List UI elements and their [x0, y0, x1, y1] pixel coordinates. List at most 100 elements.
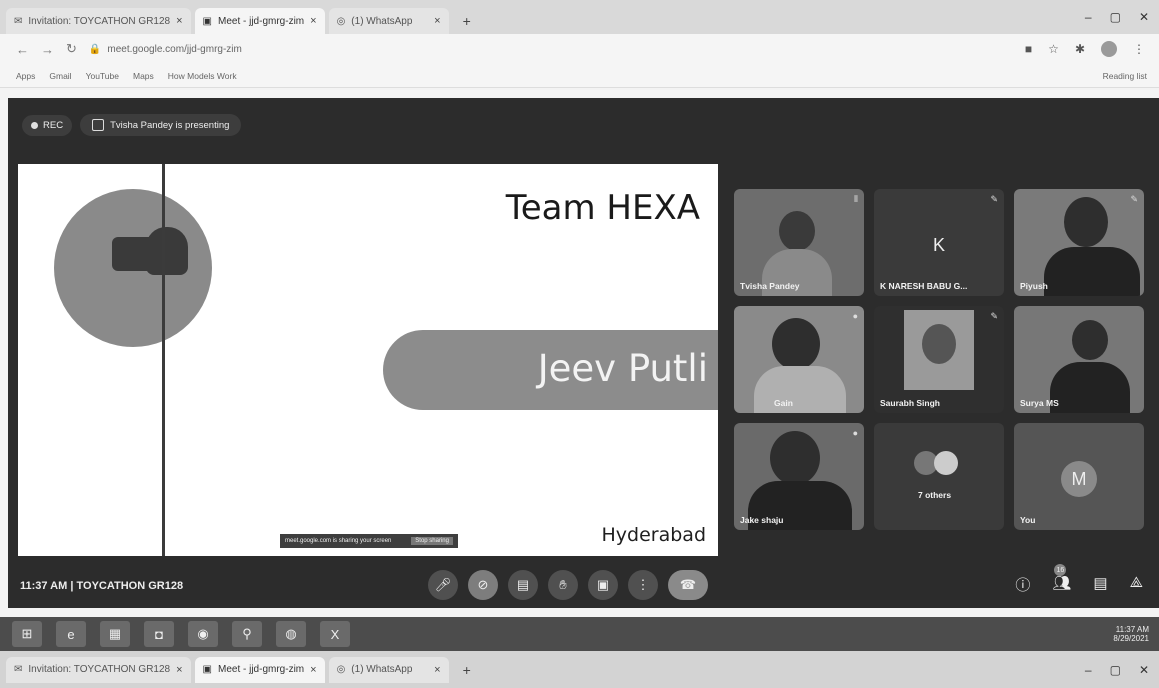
participant-tile[interactable]: 7 others: [874, 423, 1004, 530]
bookmark-maps[interactable]: Maps: [133, 71, 154, 81]
close-icon[interactable]: ×: [310, 664, 316, 676]
stop-sharing-button[interactable]: Stop sharing: [411, 537, 453, 545]
more-options-icon[interactable]: ⋮: [628, 570, 658, 600]
mic-icon[interactable]: 🎤︎: [428, 570, 458, 600]
excel-icon[interactable]: X: [320, 621, 350, 647]
edge-icon[interactable]: e: [56, 621, 86, 647]
tab-title: Invitation: TOYCATHON GR128: [28, 15, 171, 27]
participant-video: [772, 318, 820, 370]
tab-whatsapp[interactable]: ◎ (1) WhatsApp ×: [328, 656, 449, 683]
speaking-icon: ⦀: [854, 194, 858, 204]
minimize-icon[interactable]: –: [1085, 10, 1092, 24]
maximize-icon[interactable]: ▢: [1110, 10, 1121, 24]
participant-tile[interactable]: ✎ Piyush: [1014, 189, 1144, 296]
participant-video: [1072, 320, 1108, 360]
minimize-icon[interactable]: –: [1085, 663, 1092, 677]
participant-name: K NARESH BABU G...: [880, 281, 968, 291]
others-label: 7 others: [918, 490, 952, 500]
url-field[interactable]: 🔒 meet.google.com/jjd-gmrg-zim: [89, 44, 242, 55]
close-icon[interactable]: ×: [434, 15, 440, 27]
extensions-icon[interactable]: ✱: [1075, 42, 1085, 56]
mic-off-icon: ✎: [1130, 194, 1138, 204]
participant-video-face: [922, 324, 956, 364]
tab-invitation[interactable]: ✉ Invitation: TOYCATHON GR128 ×: [6, 8, 191, 34]
tab-meet[interactable]: ▣ Meet - jjd-gmrg-zim ×: [194, 656, 325, 683]
present-icon: [92, 119, 105, 131]
raise-hand-icon[interactable]: ✋︎: [548, 570, 578, 600]
participant-tile[interactable]: K ✎ K NARESH BABU G...: [874, 189, 1004, 296]
participant-tile[interactable]: M You: [1014, 423, 1144, 530]
divider: [162, 164, 165, 556]
participant-name: Jake shaju: [740, 515, 784, 525]
chat-icon[interactable]: ▤: [1093, 574, 1107, 595]
close-icon[interactable]: ×: [176, 664, 182, 676]
reload-icon[interactable]: ↻: [66, 41, 77, 57]
maximize-icon[interactable]: ▢: [1110, 663, 1121, 677]
close-window-icon[interactable]: ✕: [1139, 663, 1149, 677]
participant-video-body: [754, 366, 846, 413]
file-explorer-icon[interactable]: ▦: [100, 621, 130, 647]
url-text: meet.google.com/jjd-gmrg-zim: [107, 43, 242, 55]
presenting-banner[interactable]: Tvisha Pandey is presenting: [80, 114, 242, 136]
close-window-icon[interactable]: ✕: [1139, 10, 1149, 24]
participant-avatar: M: [1061, 461, 1097, 497]
captions-icon[interactable]: ▤: [508, 570, 538, 600]
participant-tile[interactable]: ● Jake shaju: [734, 423, 864, 530]
media-player-icon[interactable]: ◍: [276, 621, 306, 647]
tab-meet[interactable]: ▣ Meet - jjd-gmrg-zim ×: [194, 8, 325, 34]
project-name: Jeev Putli: [537, 347, 708, 390]
maps-icon[interactable]: ⚲: [232, 621, 262, 647]
meet-icon: ▣: [202, 15, 212, 27]
info-icon[interactable]: ⓘ: [1015, 574, 1030, 595]
system-tray[interactable]: 11:37 AM 8/29/2021: [1113, 625, 1159, 643]
new-tab-button[interactable]: +: [453, 657, 481, 683]
leave-call-button[interactable]: ☎: [668, 570, 708, 600]
menu-icon[interactable]: ⋮: [1133, 42, 1145, 56]
bookmarks-bar: Apps Gmail YouTube Maps How Models Work …: [0, 64, 1159, 88]
chrome-icon[interactable]: ◉: [188, 621, 218, 647]
participant-name: You: [1020, 515, 1036, 525]
bookmark-how-models-work[interactable]: How Models Work: [168, 71, 237, 81]
screen: ✉ Invitation: TOYCATHON GR128 × ▣ Meet -…: [0, 0, 1159, 688]
reading-list[interactable]: Reading list: [1103, 71, 1159, 81]
people-icon[interactable]: 👥︎ 16: [1052, 564, 1071, 595]
participant-tile[interactable]: ● Gain: [734, 306, 864, 413]
toolbar-right: ■ ☆ ✱ ⋮: [1025, 41, 1159, 57]
slide-title: Team HEXA: [505, 188, 700, 228]
forward-icon[interactable]: →: [41, 42, 54, 57]
participant-video-body: [1044, 247, 1140, 296]
participant-tile[interactable]: ✎ Saurabh Singh: [874, 306, 1004, 413]
present-now-icon[interactable]: ▣: [588, 570, 618, 600]
tab-title: (1) WhatsApp: [351, 664, 413, 675]
store-icon[interactable]: ◘: [144, 621, 174, 647]
bookmark-gmail[interactable]: Gmail: [49, 71, 71, 81]
camera-icon[interactable]: ■: [1025, 42, 1032, 56]
camera-off-icon[interactable]: ⊘: [468, 570, 498, 600]
tab-invitation[interactable]: ✉ Invitation: TOYCATHON GR128 ×: [6, 656, 191, 683]
participant-tile[interactable]: Surya MS: [1014, 306, 1144, 413]
call-controls: 🎤︎ ⊘ ▤ ✋︎ ▣ ⋮ ☎: [428, 570, 708, 600]
activities-icon[interactable]: ⟁: [1130, 574, 1143, 595]
participant-name: Tvisha Pandey: [740, 281, 800, 291]
close-icon[interactable]: ×: [176, 15, 182, 27]
bookmark-youtube[interactable]: YouTube: [86, 71, 119, 81]
star-icon[interactable]: ☆: [1048, 42, 1059, 56]
back-icon[interactable]: ←: [16, 42, 29, 57]
tab-title: Invitation: TOYCATHON GR128: [28, 664, 171, 675]
mic-off-icon: ●: [852, 428, 858, 438]
new-tab-button[interactable]: +: [453, 8, 481, 34]
recording-badge: REC: [22, 114, 73, 136]
close-icon[interactable]: ×: [434, 664, 440, 676]
slide-city: Hyderabad: [601, 524, 707, 546]
windows-start-icon[interactable]: ⊞: [12, 621, 42, 647]
bookmark-apps[interactable]: Apps: [16, 71, 35, 81]
participant-tile[interactable]: ⦀ Tvisha Pandey: [734, 189, 864, 296]
close-icon[interactable]: ×: [310, 15, 316, 27]
tab-title: (1) WhatsApp: [351, 15, 413, 27]
meet-control-bar: 11:37 AM | TOYCATHON GR128 🎤︎ ⊘ ▤ ✋︎ ▣ ⋮…: [8, 564, 1159, 608]
profile-avatar[interactable]: [1101, 41, 1117, 57]
browser-tab-bar: ✉ Invitation: TOYCATHON GR128 × ▣ Meet -…: [0, 0, 1159, 34]
tab-whatsapp[interactable]: ◎ (1) WhatsApp ×: [328, 8, 449, 34]
tab-title: Meet - jjd-gmrg-zim: [218, 664, 305, 675]
meeting-details: 11:37 AM | TOYCATHON GR128: [20, 580, 183, 592]
